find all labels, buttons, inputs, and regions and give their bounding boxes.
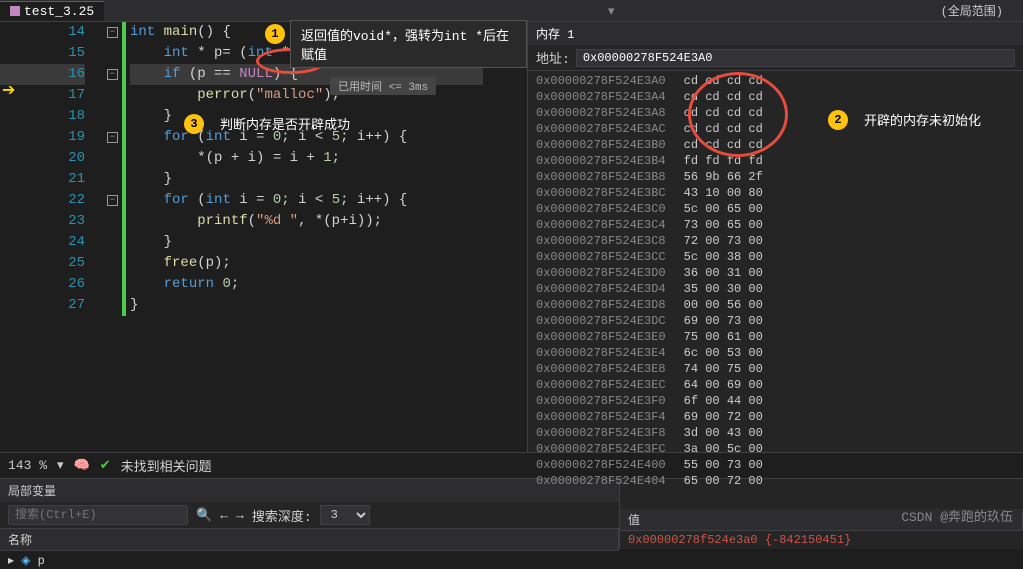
memory-row: 0x00000278F524E40055 00 73 00 [536, 457, 1015, 473]
change-indicator [122, 22, 126, 316]
variable-icon: ◈ [21, 554, 30, 568]
code-editor[interactable]: ➔ 14 15 16 17 18 19 20 21 22 23 24 25 26… [0, 22, 527, 452]
main-area: ➔ 14 15 16 17 18 19 20 21 22 23 24 25 26… [0, 22, 1023, 452]
memory-row: 0x00000278F524E3EC64 00 69 00 [536, 377, 1015, 393]
memory-row: 0x00000278F524E3DC69 00 73 00 [536, 313, 1015, 329]
memory-panel: 内存 1 地址: 0x00000278F524E3A0cd cd cd cd0x… [527, 22, 1023, 452]
line-number: 21 [0, 169, 85, 190]
annotation-marker-2: 2 [828, 110, 848, 130]
line-number: 27 [0, 295, 85, 316]
locals-header: 名称 [0, 529, 619, 551]
line-number: 14 [0, 22, 85, 43]
memory-addr-label: 地址: [536, 48, 570, 67]
memory-row: 0x00000278F524E3F469 00 72 00 [536, 409, 1015, 425]
depth-label: 搜索深度: [252, 506, 312, 525]
annotation-bubble-3: 判断内存是否开辟成功 [210, 110, 360, 137]
tab-label: test_3.25 [24, 4, 94, 19]
memory-row: 0x00000278F524E3B856 9b 66 2f [536, 169, 1015, 185]
tab-bar: test_3.25 ▾ (全局范围) [0, 0, 1023, 22]
zoom-level[interactable]: 143 % [8, 458, 47, 473]
line-number: 18 [0, 106, 85, 127]
check-icon: ✔ [100, 458, 111, 473]
annotation-bubble-2: 开辟的内存未初始化 [854, 106, 991, 133]
line-number: 20 [0, 148, 85, 169]
locals-panel: 局部变量 🔍 ← → 搜索深度: 3 名称 ▸ ◈ p [0, 479, 620, 549]
memory-row: 0x00000278F524E3F06f 00 44 00 [536, 393, 1015, 409]
timing-overlay: 已用时间 <= 3ms [330, 77, 436, 95]
memory-row: 0x00000278F524E3BC43 10 00 80 [536, 185, 1015, 201]
line-number: 15 [0, 43, 85, 64]
search-icon[interactable]: 🔍 [196, 508, 212, 523]
memory-row: 0x00000278F524E3E075 00 61 00 [536, 329, 1015, 345]
table-row[interactable]: ▸ ◈ p [0, 551, 619, 569]
file-tab[interactable]: test_3.25 [0, 1, 104, 21]
line-number: 25 [0, 253, 85, 274]
annotation-bubble-1: 返回值的void*，强转为int *后在赋值 [290, 20, 527, 68]
intellicode-icon[interactable]: 🧠 [74, 458, 90, 473]
memory-row: 0x00000278F524E3C872 00 73 00 [536, 233, 1015, 249]
line-number: 17 [0, 85, 85, 106]
line-number: 22 [0, 190, 85, 211]
col-name[interactable]: 名称 [0, 529, 619, 550]
annotation-marker-1: 1 [265, 24, 285, 44]
locals-search-row: 🔍 ← → 搜索深度: 3 [0, 502, 619, 529]
line-gutter: 14 15 16 17 18 19 20 21 22 23 24 25 26 2… [0, 22, 100, 316]
nav-back-icon[interactable]: ← [220, 508, 228, 523]
memory-row: 0x00000278F524E3CC5c 00 38 00 [536, 249, 1015, 265]
line-number: 26 [0, 274, 85, 295]
memory-row: 0x00000278F524E3B4fd fd fd fd [536, 153, 1015, 169]
memory-row: 0x00000278F524E3E874 00 75 00 [536, 361, 1015, 377]
memory-row: 0x00000278F524E3C05c 00 65 00 [536, 201, 1015, 217]
expand-icon[interactable]: ▸ [8, 554, 14, 568]
status-message: 未找到相关问题 [121, 456, 212, 475]
locals-title: 局部变量 [0, 479, 619, 502]
memory-row: 0x00000278F524E3F83d 00 43 00 [536, 425, 1015, 441]
line-number: 23 [0, 211, 85, 232]
dropdown-icon[interactable]: ▾ [608, 4, 615, 19]
line-number: 24 [0, 232, 85, 253]
memory-address-row: 地址: [528, 45, 1023, 71]
annotation-marker-3: 3 [184, 114, 204, 134]
variable-name: p [38, 554, 45, 568]
memory-row: 0x00000278F524E3FC3a 00 5c 00 [536, 441, 1015, 457]
memory-row: 0x00000278F524E3D036 00 31 00 [536, 265, 1015, 281]
memory-address-input[interactable] [576, 49, 1015, 67]
memory-title: 内存 1 [528, 22, 1023, 45]
zoom-dropdown-icon[interactable]: ▾ [57, 458, 64, 473]
memory-row: 0x00000278F524E40465 00 72 00 [536, 473, 1015, 489]
variable-value: 0x00000278f524e3a0 {-842150451} [620, 531, 859, 549]
watermark: CSDN @奔跑的玖伍 [901, 506, 1013, 525]
search-input[interactable] [8, 505, 188, 525]
memory-row: 0x00000278F524E3D800 00 56 00 [536, 297, 1015, 313]
cpp-icon [10, 6, 20, 16]
memory-row: 0x00000278F524E3D435 00 30 00 [536, 281, 1015, 297]
line-number: 19 [0, 127, 85, 148]
table-row[interactable]: 0x00000278f524e3a0 {-842150451} [620, 531, 1023, 549]
search-depth-select[interactable]: 3 [320, 505, 370, 525]
nav-forward-icon[interactable]: → [236, 508, 244, 523]
scope-label[interactable]: (全局范围) [941, 2, 1003, 19]
line-number: 16 [0, 64, 85, 85]
highlight-ring-mem [688, 72, 788, 157]
memory-row: 0x00000278F524E3E46c 00 53 00 [536, 345, 1015, 361]
memory-row: 0x00000278F524E3C473 00 65 00 [536, 217, 1015, 233]
